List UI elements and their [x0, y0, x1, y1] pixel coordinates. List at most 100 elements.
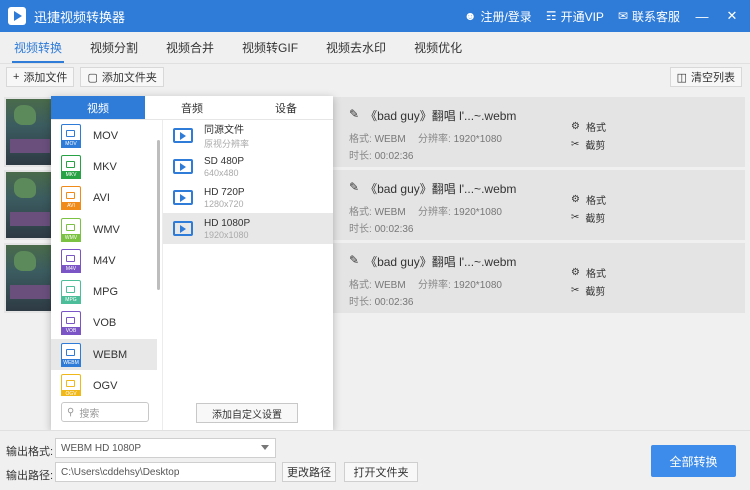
tab-device-formats[interactable]: 设备	[239, 96, 333, 119]
tab-audio-formats[interactable]: 音频	[145, 96, 239, 119]
add-file-button[interactable]: + 添加文件	[6, 67, 75, 87]
register-login-link[interactable]: ☻ 注册/登录	[464, 8, 532, 25]
contact-service-link[interactable]: ✉ 联系客服	[618, 8, 680, 25]
resolution-name: HD 720P	[204, 186, 245, 198]
cut-op-button[interactable]: ✂ 截剪	[571, 137, 605, 152]
output-format-label: 输出格式:	[6, 446, 54, 458]
format-item-avi[interactable]: AVI AVI	[51, 183, 157, 214]
output-format-select[interactable]: WEBM HD 1080P	[55, 438, 276, 458]
mkv-icon-label: MKV	[61, 170, 81, 179]
format-item-mov[interactable]: MOV MOV	[51, 120, 157, 151]
format-item-webm[interactable]: WEBM WEBM	[51, 339, 157, 371]
change-path-button[interactable]: 更改路径	[282, 462, 336, 482]
file-name[interactable]: ✎ 《bad guy》翻唱 l'...~.webm	[349, 253, 516, 270]
output-path-label: 输出路径:	[6, 470, 54, 482]
resolution-name: SD 480P	[204, 155, 245, 167]
format-item-wmv[interactable]: WMV WMV	[51, 214, 157, 245]
duration-info-label: 时长:	[349, 224, 372, 235]
edit-pencil-icon[interactable]: ✎	[349, 253, 359, 270]
open-vip-link[interactable]: ☶ 开通VIP	[546, 8, 604, 25]
file-name[interactable]: ✎ 《bad guy》翻唱 l'...~.webm	[349, 107, 516, 124]
duration-info: 时长: 00:02:36	[349, 147, 414, 162]
file-name-label: 《bad guy》翻唱 l'...~.webm	[365, 255, 517, 269]
vob-file-icon: VOB	[61, 311, 81, 336]
output-path-field[interactable]: C:\Users\cddehsy\Desktop	[55, 462, 276, 482]
resolution-info: 分辨率: 1920*1080	[418, 130, 502, 145]
format-item-label: AVI	[93, 192, 110, 205]
tab-remove-watermark[interactable]: 视频去水印	[312, 32, 400, 63]
file-name[interactable]: ✎ 《bad guy》翻唱 l'...~.webm	[349, 180, 516, 197]
resolution-info-label: 分辨率:	[418, 134, 451, 145]
webm-file-icon: WEBM	[61, 342, 81, 367]
open-folder-button[interactable]: 打开文件夹	[344, 462, 418, 482]
format-item-label: WEBM	[93, 348, 128, 361]
video-thumbnail[interactable]	[6, 172, 54, 238]
gear-icon: ⚙	[571, 194, 580, 205]
format-op-label: 格式	[585, 269, 606, 280]
video-film-icon	[173, 159, 193, 174]
format-dropdown-panel: 视频 音频 设备 MOV MOV MKV MKV AVI AVI WMV WMV…	[51, 96, 333, 430]
tab-video-optimize[interactable]: 视频优化	[400, 32, 476, 63]
resolution-info: 分辨率: 1920*1080	[418, 203, 502, 218]
mov-icon-label: MOV	[61, 139, 81, 148]
edit-pencil-icon[interactable]: ✎	[349, 180, 359, 197]
resolution-item-720p[interactable]: HD 720P 1280x720	[163, 182, 333, 213]
gear-icon: ⚙	[571, 267, 580, 278]
tab-video-formats[interactable]: 视频	[51, 96, 145, 119]
format-item-m4v[interactable]: M4V M4V	[51, 245, 157, 276]
format-item-vob[interactable]: VOB VOB	[51, 308, 157, 339]
tab-video-to-gif[interactable]: 视频转GIF	[228, 32, 312, 63]
output-format-value: WEBM HD 1080P	[61, 442, 142, 454]
format-item-label: M4V	[93, 254, 116, 267]
format-search-input[interactable]: ⚲ 搜索	[61, 402, 149, 422]
duration-info: 时长: 00:02:36	[349, 293, 414, 308]
video-film-icon	[173, 190, 193, 205]
resolution-item-source[interactable]: 同源文件 原视分辨率	[163, 120, 333, 151]
cut-op-button[interactable]: ✂ 截剪	[571, 283, 605, 298]
convert-all-button[interactable]: 全部转换	[651, 445, 736, 477]
format-item-ogv[interactable]: OGV OGV	[51, 370, 157, 396]
format-op-button[interactable]: ⚙ 格式	[571, 119, 606, 134]
format-item-label: WMV	[93, 223, 120, 236]
resolution-info-value: 1920*1080	[453, 134, 502, 145]
format-list-scrollbar[interactable]	[157, 140, 160, 290]
format-item-label: MKV	[93, 160, 117, 173]
cut-op-label: 截剪	[585, 287, 606, 298]
close-button[interactable]: ✕	[724, 8, 740, 24]
scissors-icon: ✂	[571, 139, 580, 150]
resolution-item-480p[interactable]: SD 480P 640x480	[163, 151, 333, 182]
format-item-label: MOV	[93, 129, 119, 142]
chat-icon: ✉	[617, 9, 628, 23]
clear-list-label: 清空列表	[691, 72, 735, 84]
ogv-file-icon: OGV	[61, 374, 81, 396]
add-folder-button[interactable]: ▢ 添加文件夹	[80, 67, 164, 87]
webm-icon-label: WEBM	[61, 358, 81, 367]
cut-op-button[interactable]: ✂ 截剪	[571, 210, 605, 225]
format-category-tabs: 视频 音频 设备	[51, 96, 333, 120]
chevron-down-icon	[261, 445, 269, 450]
app-title: 迅捷视频转换器	[34, 9, 126, 25]
tab-video-convert[interactable]: 视频转换	[0, 32, 76, 63]
format-item-label: MPG	[93, 286, 119, 299]
add-custom-settings-button[interactable]: 添加自定义设置	[196, 403, 298, 423]
vob-icon-label: VOB	[61, 327, 81, 336]
format-item-mkv[interactable]: MKV MKV	[51, 151, 157, 182]
format-op-button[interactable]: ⚙ 格式	[571, 192, 606, 207]
wmv-icon-label: WMV	[61, 233, 81, 242]
duration-info-label: 时长:	[349, 297, 372, 308]
video-thumbnail[interactable]	[6, 245, 54, 311]
format-info: 格式: WEBM	[349, 130, 406, 145]
tab-video-merge[interactable]: 视频合并	[152, 32, 228, 63]
format-op-label: 格式	[585, 196, 606, 207]
search-icon: ⚲	[67, 406, 75, 418]
minimize-button[interactable]: —	[694, 9, 710, 24]
format-item-mpg[interactable]: MPG MPG	[51, 276, 157, 307]
duration-info-label: 时长:	[349, 151, 372, 162]
resolution-item-1080p[interactable]: HD 1080P 1920x1080	[163, 213, 333, 244]
format-op-button[interactable]: ⚙ 格式	[571, 265, 606, 280]
edit-pencil-icon[interactable]: ✎	[349, 107, 359, 124]
video-thumbnail[interactable]	[6, 99, 54, 165]
tab-video-split[interactable]: 视频分割	[76, 32, 152, 63]
clear-list-button[interactable]: ◫ 清空列表	[669, 67, 742, 87]
duration-info-value: 00:02:36	[374, 151, 414, 162]
